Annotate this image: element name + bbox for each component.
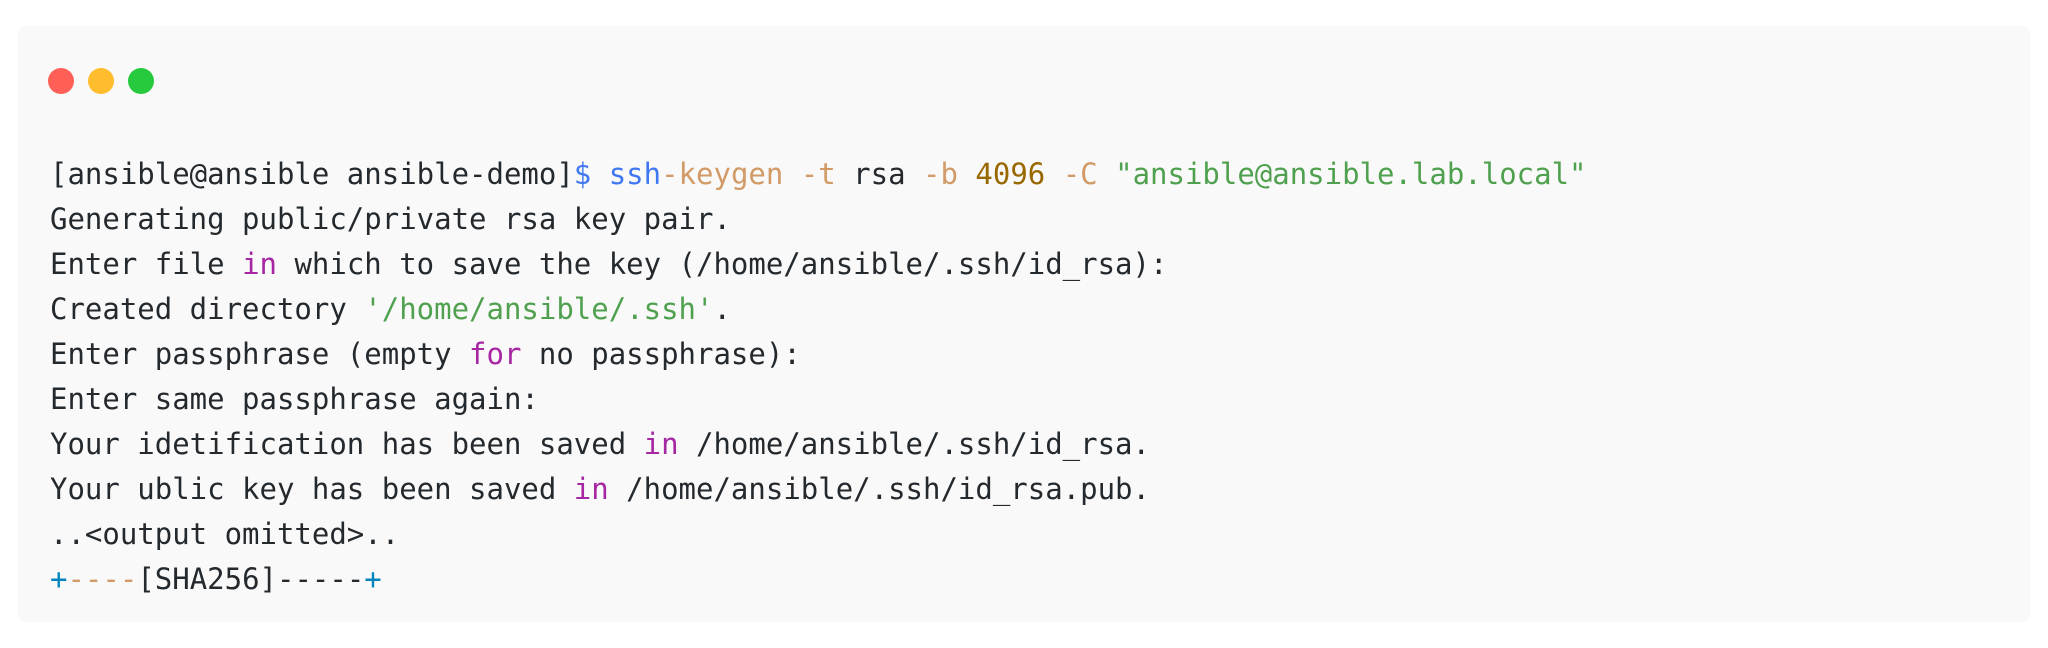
output-line-5: Enter passphrase (empty for no passphras… [50, 332, 1587, 377]
keyword: in [643, 427, 679, 461]
terminal-output[interactable]: [ansible@ansible ansible-demo]$ ssh-keyg… [50, 152, 1587, 602]
flag-c: -C [1045, 157, 1098, 191]
flag-t: -t [783, 157, 836, 191]
prompt-symbol: $ [573, 157, 592, 191]
output-text: Enter passphrase (empty [50, 337, 470, 371]
shell-prompt: [ansible@ansible ansible-demo] [50, 157, 574, 191]
terminal-window: [ansible@ansible ansible-demo]$ ssh-keyg… [18, 26, 2030, 622]
output-line-8: Your ublic key has been saved in /home/a… [50, 467, 1587, 512]
output-line-4: Created directory '/home/ansible/.ssh'. [50, 287, 1587, 332]
arg-t: rsa [835, 157, 906, 191]
keyword: in [242, 247, 277, 281]
output-text: Created directory [50, 292, 365, 326]
output-line-2: Generating public/private rsa key pair. [50, 197, 1587, 242]
output-line-9: ..<output omitted>.. [50, 512, 1587, 557]
arg-b: 4096 [957, 157, 1046, 191]
flag-b: -b [905, 157, 958, 191]
minimize-button[interactable] [88, 68, 114, 94]
close-button[interactable] [48, 68, 74, 94]
output-text: Generating public/private rsa key pair. [50, 202, 731, 236]
command-name-suffix: -keygen [661, 157, 784, 191]
keyword: for [469, 337, 522, 371]
output-text: which to save the key (/home/ansible/.ss… [276, 247, 1168, 281]
command-name: ssh [591, 157, 662, 191]
output-text: no passphrase): [521, 337, 801, 371]
output-line-6: Enter same passphrase again: [50, 377, 1587, 422]
keyword: in [573, 472, 609, 506]
output-line-7: Your idetification has been saved in /ho… [50, 422, 1587, 467]
output-text: Your idetification has been saved [50, 427, 644, 461]
output-text: /home/ansible/.ssh/id_rsa. [678, 427, 1150, 461]
maximize-button[interactable] [128, 68, 154, 94]
output-text: ..<output omitted>.. [50, 517, 400, 551]
output-line-10: +----[SHA256]-----+ [50, 557, 1587, 602]
string-literal: '/home/ansible/.ssh' [364, 292, 714, 326]
sha256-label: [SHA256]----- [137, 562, 365, 596]
border-dashes: ---- [67, 562, 138, 596]
output-text: Enter file [50, 247, 243, 281]
command-line: [ansible@ansible ansible-demo]$ ssh-keyg… [50, 152, 1587, 197]
output-text: /home/ansible/.ssh/id_rsa.pub. [608, 472, 1150, 506]
border-plus-right: + [364, 562, 382, 596]
output-line-3: Enter file in which to save the key (/ho… [50, 242, 1587, 287]
output-text: Enter same passphrase again: [50, 382, 539, 416]
output-text: . [713, 292, 731, 326]
arg-c: "ansible@ansible.lab.local" [1097, 157, 1587, 191]
output-text: Your ublic key has been saved [50, 472, 574, 506]
border-plus-left: + [50, 562, 68, 596]
